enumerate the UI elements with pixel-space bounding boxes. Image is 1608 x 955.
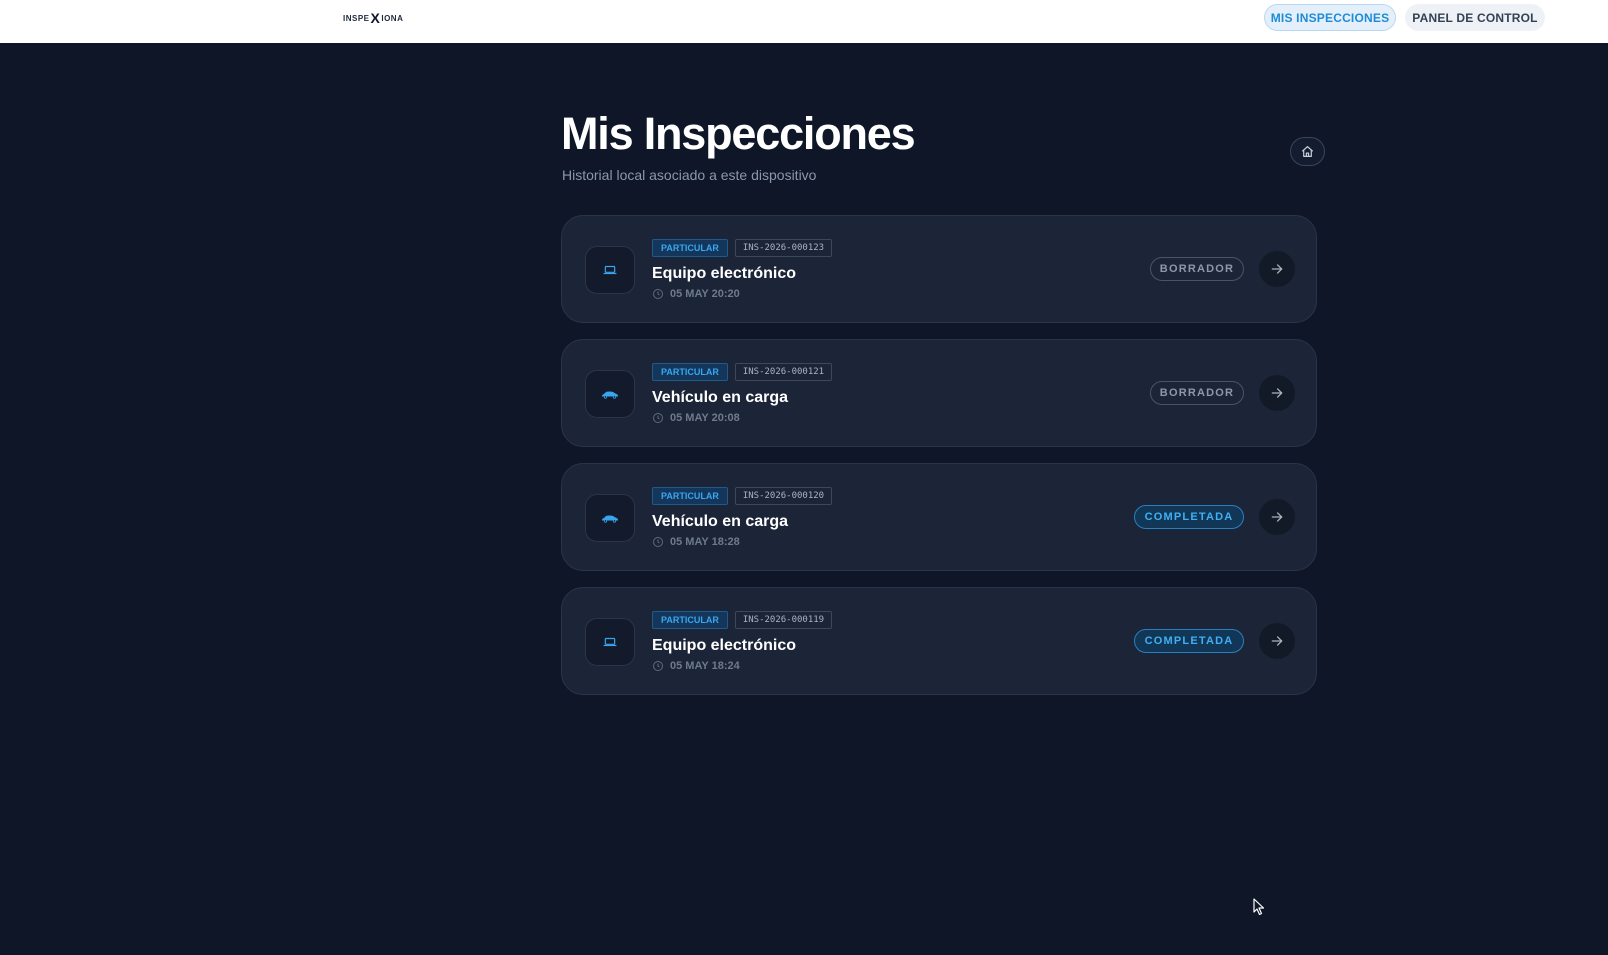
inspection-card[interactable]: PARTICULAR INS-2026-000123 Equipo electr…	[561, 215, 1317, 323]
inspection-title: Equipo electrónico	[652, 265, 797, 282]
inspection-date-text: 05 MAY 18:28	[670, 536, 740, 548]
app-logo[interactable]: INSPE X IONA	[343, 10, 404, 26]
inspection-date-text: 05 MAY 20:08	[670, 412, 740, 424]
nav-panel-de-control[interactable]: PANEL DE CONTROL	[1405, 4, 1545, 31]
inspection-date-text: 05 MAY 18:24	[670, 660, 740, 672]
inspection-date: 05 MAY 18:24	[652, 660, 740, 672]
home-icon	[1302, 146, 1313, 157]
arrow-right-icon	[1271, 388, 1283, 398]
inspection-date-text: 05 MAY 20:20	[670, 288, 740, 300]
status-badge: BORRADOR	[1150, 381, 1244, 405]
inspection-card[interactable]: PARTICULAR INS-2026-000121 Vehículo en c…	[561, 339, 1317, 447]
type-badge: PARTICULAR	[652, 363, 728, 381]
inspection-date: 05 MAY 20:08	[652, 412, 740, 424]
arrow-right-icon	[1271, 264, 1283, 274]
clock-icon	[653, 537, 663, 547]
car-icon	[602, 515, 618, 523]
status-badge: COMPLETADA	[1134, 629, 1244, 653]
mouse-cursor-icon	[1253, 898, 1265, 916]
logo-x: X	[370, 10, 381, 26]
laptop-icon	[603, 265, 617, 275]
arrow-right-icon	[1271, 512, 1283, 522]
page-title: Mis Inspecciones	[561, 108, 916, 159]
clock-icon	[653, 661, 663, 671]
open-inspection-button[interactable]	[1259, 623, 1295, 659]
inspection-type-icon	[585, 246, 635, 294]
inspection-type-icon	[585, 370, 635, 418]
inspection-id: INS-2026-000121	[734, 363, 833, 381]
type-badge: PARTICULAR	[652, 487, 728, 505]
home-button[interactable]	[1290, 137, 1325, 166]
open-inspection-button[interactable]	[1259, 375, 1295, 411]
page-subtitle: Historial local asociado a este disposit…	[562, 167, 817, 183]
type-badge: PARTICULAR	[652, 239, 728, 257]
arrow-right-icon	[1271, 636, 1283, 646]
status-badge: BORRADOR	[1150, 257, 1244, 281]
inspection-title: Equipo electrónico	[652, 637, 797, 654]
car-icon	[602, 391, 618, 399]
inspection-date: 05 MAY 18:28	[652, 536, 740, 548]
clock-icon	[653, 413, 663, 423]
top-navbar: INSPE X IONA MIS INSPECCIONES PANEL DE C…	[0, 0, 1608, 43]
clock-icon	[653, 289, 663, 299]
inspection-title: Vehículo en carga	[652, 389, 789, 406]
status-badge: COMPLETADA	[1134, 505, 1244, 529]
logo-text-right: IONA	[381, 13, 404, 23]
nav-mis-inspecciones[interactable]: MIS INSPECCIONES	[1264, 4, 1396, 31]
inspection-date: 05 MAY 20:20	[652, 288, 740, 300]
inspection-id: INS-2026-000120	[734, 487, 833, 505]
type-badge: PARTICULAR	[652, 611, 728, 629]
inspection-title: Vehículo en carga	[652, 513, 789, 530]
open-inspection-button[interactable]	[1259, 251, 1295, 287]
inspection-type-icon	[585, 618, 635, 666]
inspection-card[interactable]: PARTICULAR INS-2026-000120 Vehículo en c…	[561, 463, 1317, 571]
open-inspection-button[interactable]	[1259, 499, 1295, 535]
laptop-icon	[603, 637, 617, 647]
inspection-id: INS-2026-000119	[734, 611, 833, 629]
inspection-type-icon	[585, 494, 635, 542]
logo-text-left: INSPE	[343, 13, 370, 23]
inspection-id: INS-2026-000123	[734, 239, 833, 257]
inspection-card[interactable]: PARTICULAR INS-2026-000119 Equipo electr…	[561, 587, 1317, 695]
